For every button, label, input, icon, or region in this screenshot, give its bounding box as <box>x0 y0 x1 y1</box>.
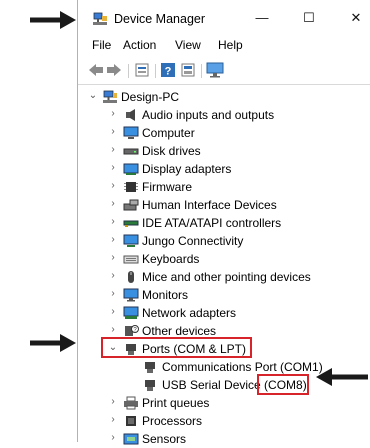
menu-help[interactable]: Help <box>218 38 243 52</box>
menu-file[interactable]: File <box>92 38 111 52</box>
usb-serial-name: USB Serial Device <box>162 378 265 392</box>
chevron-right-icon[interactable]: › <box>108 145 118 155</box>
tree-item-ide[interactable]: › IDE ATA/ATAPI controllers <box>78 214 370 232</box>
chevron-right-icon[interactable]: › <box>108 325 118 335</box>
minimize-button[interactable]: — <box>247 6 277 30</box>
port-device-icon <box>145 380 155 391</box>
annotation-arrow-ports <box>30 334 76 352</box>
network-icon <box>123 306 139 319</box>
chevron-right-icon[interactable]: › <box>108 415 118 425</box>
tree-item-label: Human Interface Devices <box>142 198 277 212</box>
chevron-down-icon[interactable]: ⌄ <box>88 91 98 101</box>
chevron-right-icon[interactable]: › <box>108 289 118 299</box>
computer-icon <box>123 126 139 139</box>
keyboard-icon <box>123 255 139 264</box>
monitor-icon[interactable] <box>206 62 224 78</box>
tree-root-row[interactable]: ⌄ Design-PC <box>78 88 370 106</box>
menu-bar: File Action View Help <box>78 36 370 56</box>
forward-icon[interactable] <box>106 62 122 78</box>
other-devices-icon: ? <box>125 325 139 336</box>
title-bar[interactable]: Device Manager — ☐ ✕ <box>78 0 370 36</box>
tree-item-computer[interactable]: › Computer <box>78 124 370 142</box>
tree-item-jungo[interactable]: › Jungo Connectivity <box>78 232 370 250</box>
chevron-right-icon[interactable]: › <box>108 271 118 281</box>
tree-item-monitors[interactable]: › Monitors <box>78 286 370 304</box>
tree-item-network[interactable]: › Network adapters <box>78 304 370 322</box>
tree-item-processors[interactable]: › Processors <box>78 412 370 430</box>
chevron-right-icon[interactable]: › <box>108 127 118 137</box>
chevron-right-icon[interactable]: › <box>108 199 118 209</box>
monitor-icon <box>123 288 139 302</box>
back-icon[interactable] <box>88 62 104 78</box>
jungo-icon <box>123 234 139 247</box>
tree-item-label: Display adapters <box>142 162 232 176</box>
tree-item-keyboards[interactable]: › Keyboards <box>78 250 370 268</box>
chevron-right-icon[interactable]: › <box>108 397 118 407</box>
tree-item-label: Processors <box>142 414 203 428</box>
tree-item-label: Keyboards <box>142 252 200 266</box>
chevron-right-icon[interactable]: › <box>108 307 118 317</box>
tree-root-label: Design-PC <box>121 90 180 104</box>
sensor-icon <box>123 433 139 445</box>
tree-item-label: Monitors <box>142 288 189 302</box>
speaker-icon <box>126 109 135 121</box>
tree-item-label: Disk drives <box>142 144 201 158</box>
tree-item-label: Jungo Connectivity <box>142 234 244 248</box>
chevron-right-icon[interactable]: › <box>108 181 118 191</box>
firmware-icon <box>124 182 138 192</box>
tree-item-audio[interactable]: › Audio inputs and outputs <box>78 106 370 124</box>
view-icon[interactable] <box>180 62 196 78</box>
tree-item-label: Mice and other pointing devices <box>142 270 311 284</box>
chevron-right-icon[interactable]: › <box>108 217 118 227</box>
ports-highlight-box <box>101 337 252 358</box>
toolbar-separator <box>201 64 202 78</box>
chevron-right-icon[interactable]: › <box>108 235 118 245</box>
tree-item-label: Audio inputs and outputs <box>142 108 275 122</box>
printer-icon <box>124 396 138 410</box>
toolbar-separator <box>128 64 129 78</box>
properties-icon[interactable] <box>134 62 150 78</box>
tree-item-label: Other devices <box>142 324 217 338</box>
svg-text:?: ? <box>165 66 172 78</box>
port-device-icon <box>145 362 155 373</box>
tree-item-firmware[interactable]: › Firmware <box>78 178 370 196</box>
tree-item-display-adapters[interactable]: › Display adapters <box>78 160 370 178</box>
disk-icon <box>123 148 139 155</box>
tree-item-label: Firmware <box>142 180 192 194</box>
tree-item-print-queues[interactable]: › Print queues <box>78 394 370 412</box>
tree-item-label: Computer <box>142 126 195 140</box>
annotation-arrow-title <box>30 11 76 29</box>
tree-child-label: Communications Port (COM1) <box>162 360 323 374</box>
toolbar-separator <box>155 64 156 78</box>
toolbar-divider <box>78 84 370 85</box>
tree-item-sensors[interactable]: › Sensors <box>78 430 370 448</box>
mouse-icon <box>128 271 134 283</box>
maximize-button[interactable]: ☐ <box>294 6 324 30</box>
close-button[interactable]: ✕ <box>341 6 370 30</box>
device-manager-icon <box>93 12 107 25</box>
device-tree: ⌄ Design-PC › Audio inputs and outputs ›… <box>78 86 370 446</box>
tree-item-label: Print queues <box>142 396 210 410</box>
chevron-right-icon[interactable]: › <box>108 163 118 173</box>
tree-item-label: Sensors <box>142 432 187 446</box>
computer-root-icon <box>103 90 117 103</box>
window-title: Device Manager <box>114 12 206 26</box>
com8-highlight-box <box>257 374 309 395</box>
menu-action[interactable]: Action <box>123 38 156 52</box>
tree-item-label: Network adapters <box>142 306 237 320</box>
chevron-right-icon[interactable]: › <box>108 253 118 263</box>
tree-item-disk-drives[interactable]: › Disk drives <box>78 142 370 160</box>
annotation-arrow-com8 <box>316 368 368 386</box>
help-icon[interactable]: ? <box>160 62 176 78</box>
menu-view[interactable]: View <box>175 38 201 52</box>
processor-icon <box>126 416 136 426</box>
tree-item-hid[interactable]: › Human Interface Devices <box>78 196 370 214</box>
display-adapter-icon <box>123 163 139 175</box>
toolbar: ? <box>78 58 370 84</box>
tree-item-mice[interactable]: › Mice and other pointing devices <box>78 268 370 286</box>
tree-item-label: IDE ATA/ATAPI controllers <box>142 216 282 230</box>
ide-icon <box>123 220 139 227</box>
hid-icon <box>123 199 139 211</box>
chevron-right-icon[interactable]: › <box>108 109 118 119</box>
